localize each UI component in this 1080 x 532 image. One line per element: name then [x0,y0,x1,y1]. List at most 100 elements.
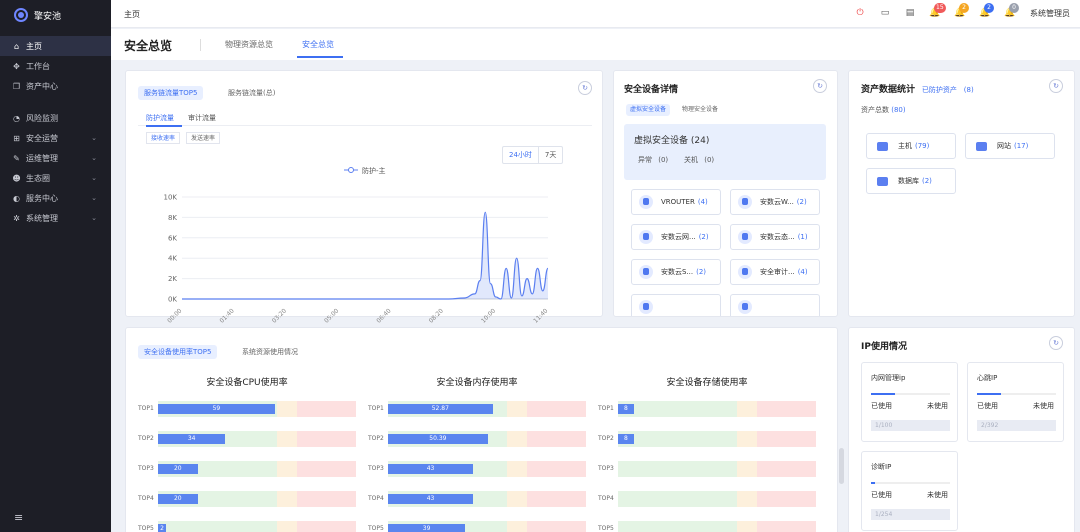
device-item-partial[interactable] [631,294,721,316]
tab-security-overview[interactable]: 安全总览 [302,39,334,50]
usage-bar-fill[interactable]: 43 [388,494,474,504]
headset-icon: ◐ [13,193,20,203]
usage-bar-fill[interactable]: 50.39 [388,434,488,444]
asset-type-icon [877,176,888,186]
refresh-icon[interactable]: ↻ [578,81,592,95]
asset-type-icon [976,141,987,151]
tab-service-chain-total[interactable]: 服务链流量(总) [222,86,281,100]
tab-service-chain-top5[interactable]: 服务链流量TOP5 [138,86,204,100]
send-rate-toggle[interactable]: 发送速率 [186,132,221,144]
monitor-icon[interactable]: ▭ [878,5,892,21]
asset-item[interactable]: 主机 (79) [866,133,956,159]
breadcrumb[interactable]: 主页 [124,9,140,20]
notification-badge: 0 [1009,3,1019,13]
device-icon [738,300,752,314]
subtab-divider [138,125,592,126]
bell-alert-icon[interactable]: 🔔 15 [928,3,946,21]
notification-badge: 15 [934,3,946,13]
app-logo[interactable]: 擎安池 [0,0,111,30]
sidebar-item-1[interactable]: ✥ 工作台 [0,56,111,76]
asset-refresh-icon[interactable]: ↻ [1049,79,1063,93]
active-tab-indicator [297,56,343,58]
chevron-down-icon: ⌄ [91,214,97,222]
asset-item[interactable]: 数据库 (2) [866,168,956,194]
tab-physical-overview[interactable]: 物理资源总览 [225,39,273,50]
chevron-down-icon: ⌄ [91,134,97,142]
device-item[interactable]: 安数云S... (2) [631,259,721,285]
sidebar-item-8[interactable]: ✲ 系统管理 ⌄ [0,208,111,228]
sidebar-item-3[interactable]: ◔ 风险监测 [0,108,111,128]
series-line [182,211,549,300]
usage-bar-fill[interactable]: 20 [158,464,198,474]
power-icon[interactable]: ⏻ [853,5,867,21]
tab-virtual-devices[interactable]: 虚拟安全设备 [626,104,671,116]
x-tick-label: 08:20 [428,307,445,324]
usage-scrollbar[interactable] [839,448,844,484]
status-abnormal-value: (0) [658,156,669,164]
tab-protection-traffic[interactable]: 防护流量 [146,113,174,123]
sidebar-item-0[interactable]: ⌂ 主页 [0,36,111,56]
ip-refresh-icon[interactable]: ↻ [1049,336,1063,350]
chevron-down-icon: ⌄ [91,174,97,182]
usage-group-title: 安全设备存储使用率 [666,378,748,388]
device-icon [738,195,752,209]
device-name: 安数云网... [661,233,696,241]
device-item[interactable]: 安数云网... (2) [631,224,721,250]
sidebar-item-5[interactable]: ✎ 运维管理 ⌄ [0,148,111,168]
sidebar: 擎安池 ⌂ 主页 ✥ 工作台 ❐ 资产中心 ◔ 风险监测 ⊞ 安全运营 ⌄ ✎ 运维管理 ⌄ ☻ 生态圈 ⌄ ◐ 服… [0,0,111,532]
y-tick-label: 2K [168,275,177,283]
device-item[interactable]: 安数云W... (2) [730,189,820,215]
usage-bar-fill[interactable]: 59 [158,404,275,414]
rank-label: TOP1 [598,405,614,412]
page-title: 安全总览 [124,39,173,53]
protected-assets-count: (8) [963,86,974,94]
top-bar: 主页 ⏻ ▭ ▤ 🔔 15 🔔 2 🔔 2 🔔 0 系统管理员 [111,0,1080,28]
tab-audit-traffic[interactable]: 审计流量 [188,113,216,123]
device-count: (1) [797,233,808,241]
usage-bar-fill[interactable]: 8 [618,434,634,444]
rank-label: TOP1 [138,405,154,412]
device-refresh-icon[interactable]: ↻ [813,79,827,93]
sidebar-item-6[interactable]: ☻ 生态圈 ⌄ [0,168,111,188]
grid-icon: ⊞ [13,133,20,143]
device-item[interactable]: 安数云态... (1) [730,224,820,250]
device-item[interactable]: 安全审计... (4) [730,259,820,285]
device-item[interactable]: VROUTER (4) [631,189,721,215]
ip-box[interactable]: 心跳IP 已使用 未使用 2/392 [967,362,1064,442]
tab-physical-devices[interactable]: 物理安全设备 [678,104,722,116]
usage-bar-fill[interactable]: 2 [158,524,166,532]
ip-box[interactable]: 内网管理ip 已使用 未使用 1/100 [861,362,958,442]
device-item-partial[interactable] [730,294,820,316]
app-title: 擎安池 [34,11,62,22]
usage-bar-row: TOP4 43 [368,491,588,507]
chevron-down-icon: ⌄ [91,154,97,162]
usage-bar-fill[interactable]: 8 [618,404,634,414]
usage-bar-fill[interactable]: 20 [158,494,198,504]
series-area [182,212,548,299]
bell-info-icon[interactable]: 🔔 2 [978,3,994,21]
sidebar-item-2[interactable]: ❐ 资产中心 [0,76,111,96]
ip-box[interactable]: 诊断IP 已使用 未使用 1/254 [861,451,958,531]
box-icon: ❐ [12,81,21,91]
summary-title: 虚拟安全设备 [634,136,689,146]
virtual-device-summary[interactable]: 虚拟安全设备 (24) 异常 (0) 关机 (0) [624,124,826,180]
asset-item[interactable]: 网站 (17) [965,133,1055,159]
bell-warning-icon[interactable]: 🔔 2 [953,3,969,21]
usage-bar-fill[interactable]: 34 [158,434,226,444]
sidebar-item-7[interactable]: ◐ 服务中心 ⌄ [0,188,111,208]
menu-gap [0,96,111,108]
tab-device-usage-top5[interactable]: 安全设备使用率TOP5 [138,345,218,359]
usage-bar-fill[interactable]: 39 [388,524,466,532]
user-menu[interactable]: 系统管理员 [1030,8,1070,19]
tab-system-resource-usage[interactable]: 系统资源使用情况 [236,345,304,359]
usage-bar-fill[interactable]: 43 [388,464,474,474]
usage-track [618,401,816,417]
sidebar-item-4[interactable]: ⊞ 安全运营 ⌄ [0,128,111,148]
document-icon[interactable]: ▤ [903,5,917,21]
collapse-menu-icon[interactable]: ≡ [14,511,23,524]
bell-muted-icon[interactable]: 🔔 0 [1003,3,1019,21]
receive-rate-toggle[interactable]: 接收速率 [146,132,181,144]
device-icon [639,300,653,314]
usage-bar-fill[interactable]: 52.87 [388,404,493,414]
home-icon: ⌂ [13,41,20,51]
